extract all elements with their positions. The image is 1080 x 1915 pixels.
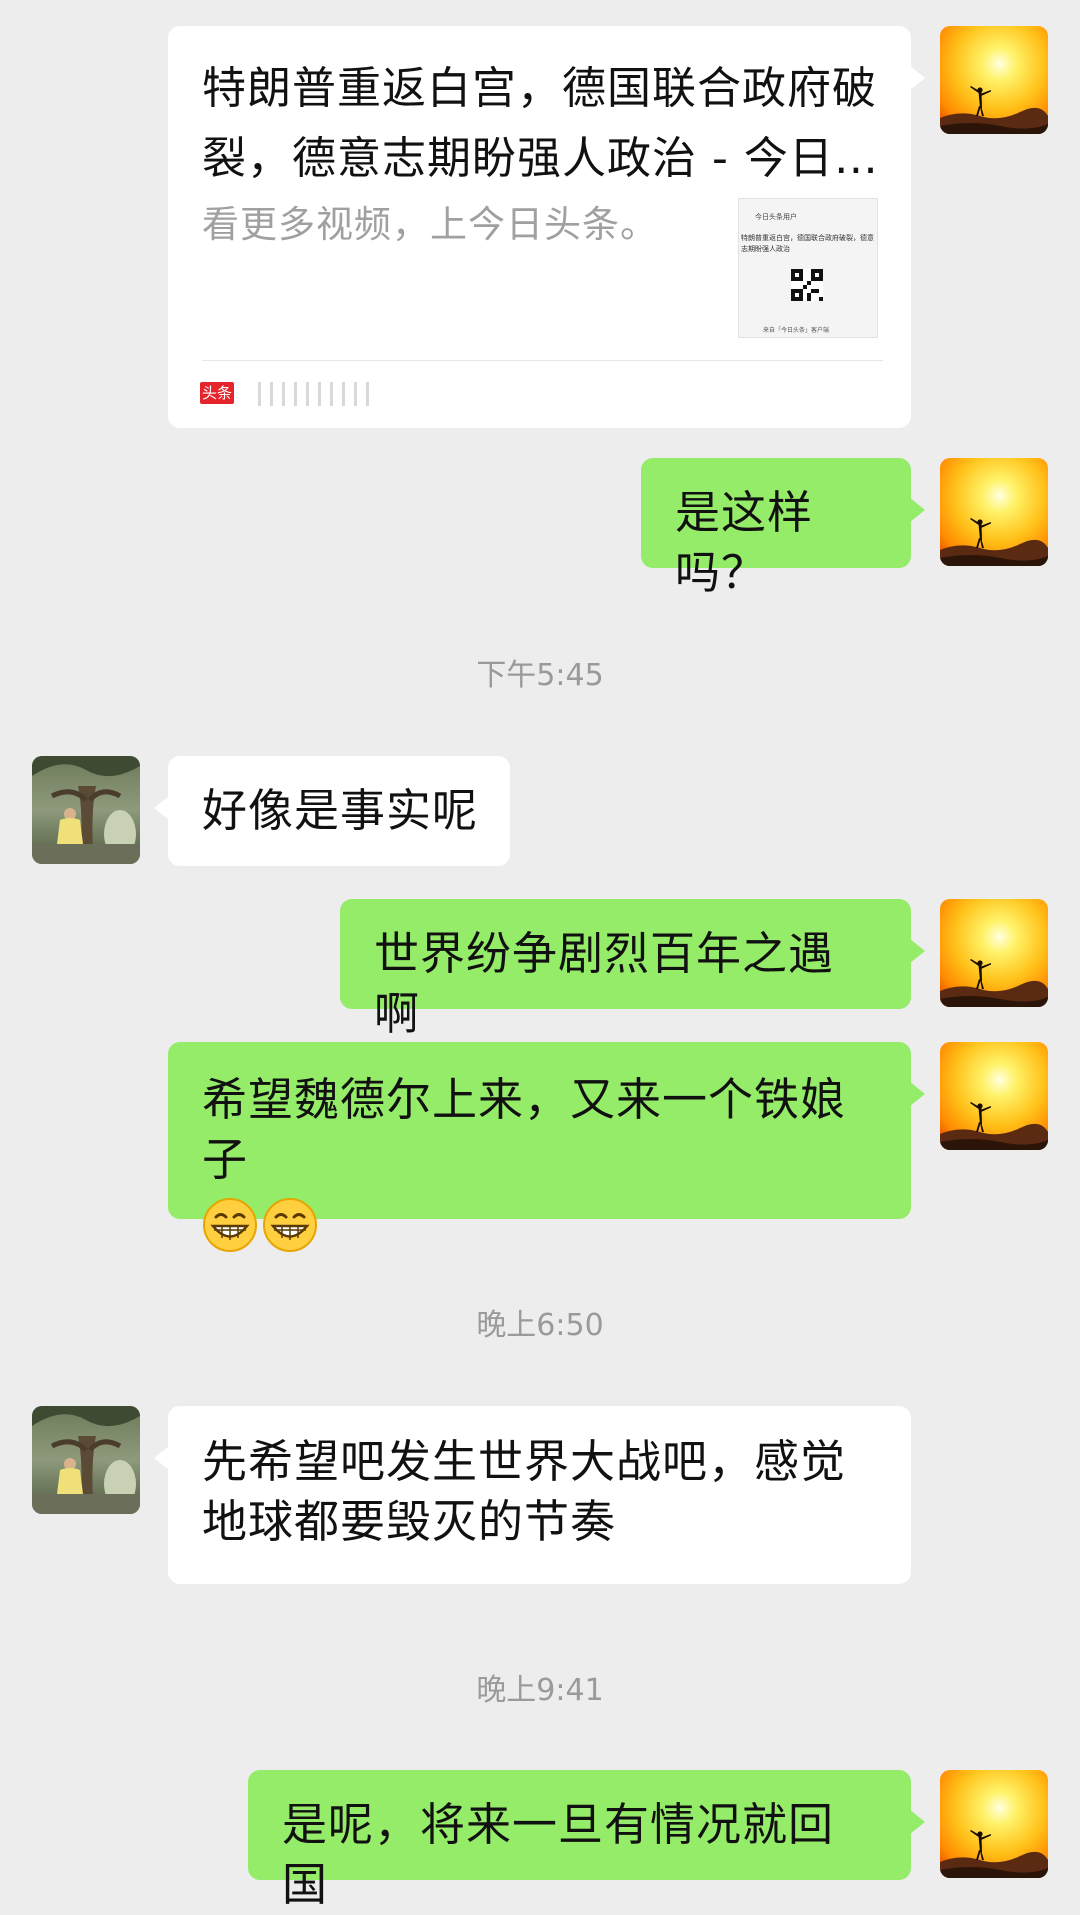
peer-avatar[interactable] [32, 756, 140, 864]
timestamp: 晚上9:41 [476, 1673, 604, 1708]
self-avatar[interactable] [940, 458, 1048, 566]
message-text: 好像是事实呢 [202, 784, 479, 837]
self-avatar[interactable] [940, 1770, 1048, 1878]
link-card-thumbnail: 今日头条用户 特朗普重返白宫，德国联合政府破裂，德意志期盼强人政治 来自「今日头… [738, 198, 878, 338]
link-card-source-name [258, 382, 378, 406]
message-text: 是这样吗？ [675, 486, 814, 599]
self-avatar[interactable] [940, 26, 1048, 134]
thumbnail-footer: 来自「今日头条」客户端 [763, 327, 830, 334]
message-bubble-peer[interactable]: 先希望吧发生世界大战吧，感觉地球都要毁灭的节奏 [154, 1406, 911, 1584]
message-text: 先希望吧发生世界大战吧，感觉地球都要毁灭的节奏 [202, 1435, 847, 1548]
message-text: 是呢，将来一旦有情况就回国 [282, 1798, 835, 1911]
link-card-divider [202, 360, 883, 361]
link-card[interactable]: 特朗普重返白宫，德国联合政府破裂，德意志期盼强人政治 - 今日… 看更多视频，上… [168, 26, 925, 428]
message-text: 希望魏德尔上来，又来一个铁娘子 [202, 1073, 847, 1186]
link-card-description: 看更多视频，上今日头条。 [202, 203, 658, 246]
grinning-face-emoji [263, 1198, 317, 1252]
qr-code-icon [791, 269, 823, 301]
message-bubble-peer[interactable]: 好像是事实呢 [154, 756, 510, 866]
timestamp: 晚上6:50 [476, 1308, 604, 1343]
toutiao-logo: 头条 [200, 382, 234, 404]
self-avatar[interactable] [940, 899, 1048, 1007]
message-text: 世界纷争剧烈百年之遇啊 [374, 927, 835, 1040]
grinning-face-emoji [203, 1198, 257, 1252]
self-avatar[interactable] [940, 1042, 1048, 1150]
message-bubble-self[interactable]: 世界纷争剧烈百年之遇啊 [340, 899, 925, 1040]
timestamp: 下午5:45 [476, 658, 604, 693]
message-bubble-self[interactable]: 希望魏德尔上来，又来一个铁娘子 [168, 1042, 925, 1252]
message-bubble-self[interactable]: 是呢，将来一旦有情况就回国 [248, 1770, 925, 1911]
message-bubble-self[interactable]: 是这样吗？ [641, 458, 925, 599]
thumbnail-header: 今日头条用户 [755, 213, 797, 221]
peer-avatar[interactable] [32, 1406, 140, 1514]
link-card-title: 特朗普重返白宫，德国联合政府破裂，德意志期盼强人政治 - 今日… [202, 63, 879, 184]
thumbnail-text: 特朗普重返白宫，德国联合政府破裂，德意志期盼强人政治 [741, 234, 874, 253]
